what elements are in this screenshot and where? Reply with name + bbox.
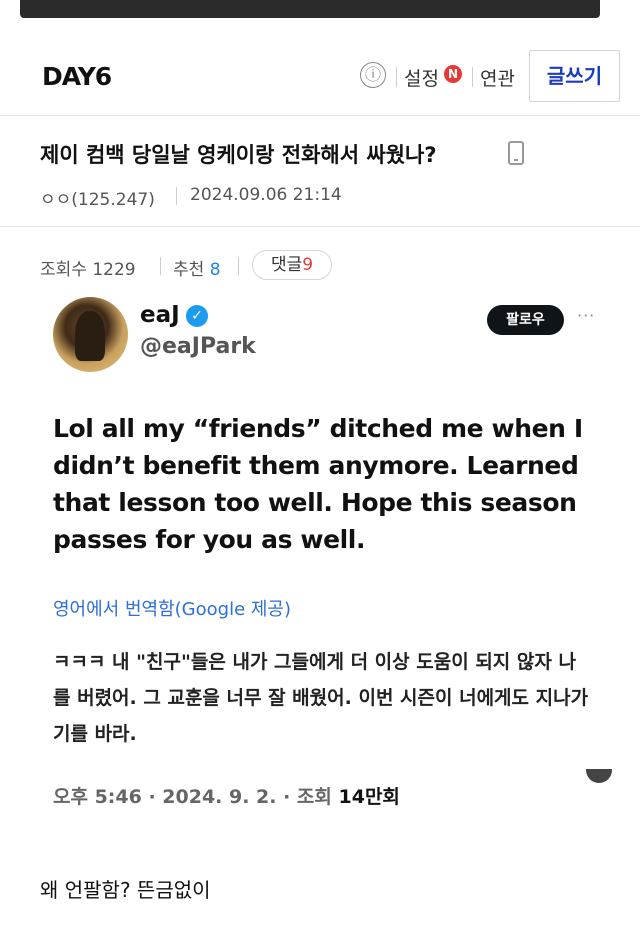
mobile-phone-icon xyxy=(508,141,524,165)
info-icon[interactable]: ⓘ xyxy=(360,62,386,88)
meta-divider xyxy=(176,187,177,205)
translation-label[interactable]: 영어에서 번역함(Google 제공) xyxy=(53,595,291,621)
translated-text: ㅋㅋㅋ 내 "친구"들은 내가 그들에게 더 이상 도움이 되지 않자 나를 버… xyxy=(53,651,589,745)
header-divider xyxy=(472,67,473,87)
tweet-handle[interactable]: @eaJPark xyxy=(140,334,256,359)
stats-divider xyxy=(160,257,161,275)
tweet-display-name[interactable]: eaJ xyxy=(140,302,180,328)
tweet-time: 오후 5:46 · 2024. 9. 2. · 조회 xyxy=(53,786,339,808)
related-link[interactable]: 연관 xyxy=(480,64,515,91)
post-date: 2024.09.06 21:14 xyxy=(190,185,342,205)
scroll-indicator xyxy=(586,769,612,783)
comments-button[interactable]: 댓글9 xyxy=(252,250,332,280)
settings-link[interactable]: 설정 xyxy=(404,64,439,91)
recommend-stat: 추천 8 xyxy=(173,255,221,280)
post-title: 제이 컴백 당일날 영케이랑 전화해서 싸웠나? xyxy=(40,143,437,167)
tweet-view-count: 14만회 xyxy=(338,786,400,808)
write-button[interactable]: 글쓰기 xyxy=(529,50,620,102)
top-image-strip xyxy=(0,0,640,18)
header-divider xyxy=(396,67,397,87)
board-name[interactable]: DAY6 xyxy=(42,62,112,91)
comments-count: 9 xyxy=(302,255,314,275)
post-header: 제이 컴백 당일날 영케이랑 전화해서 싸웠나? ㅇㅇ(125.247) 202… xyxy=(0,117,640,227)
header-photo-crop xyxy=(20,0,600,18)
post-body-text: 왜 언팔함? 뜬금없이 xyxy=(40,878,211,902)
new-badge: N xyxy=(444,65,462,83)
more-options-icon[interactable]: ··· xyxy=(577,306,595,325)
verified-badge-icon: ✓ xyxy=(186,305,208,327)
embedded-tweet: eaJ ✓ @eaJPark 팔로우 ··· Lol all my “frien… xyxy=(40,292,612,832)
follow-button[interactable]: 팔로우 xyxy=(487,305,564,335)
comments-label: 댓글 xyxy=(270,255,303,275)
view-count: 조회수 1229 xyxy=(40,260,136,280)
avatar-figure xyxy=(75,311,105,361)
stats-divider xyxy=(238,257,239,275)
recommend-count: 8 xyxy=(209,260,221,280)
avatar[interactable] xyxy=(53,297,128,372)
tweet-timestamp: 오후 5:46 · 2024. 9. 2. · 조회 14만회 xyxy=(53,782,400,809)
board-header: DAY6 ⓘ 설정 N 연관 글쓰기 xyxy=(0,40,640,116)
post-author[interactable]: ㅇㅇ(125.247) xyxy=(40,185,155,210)
tweet-text: Lol all my “friends” ditched me when I d… xyxy=(53,414,583,554)
recommend-label: 추천 xyxy=(173,260,205,280)
